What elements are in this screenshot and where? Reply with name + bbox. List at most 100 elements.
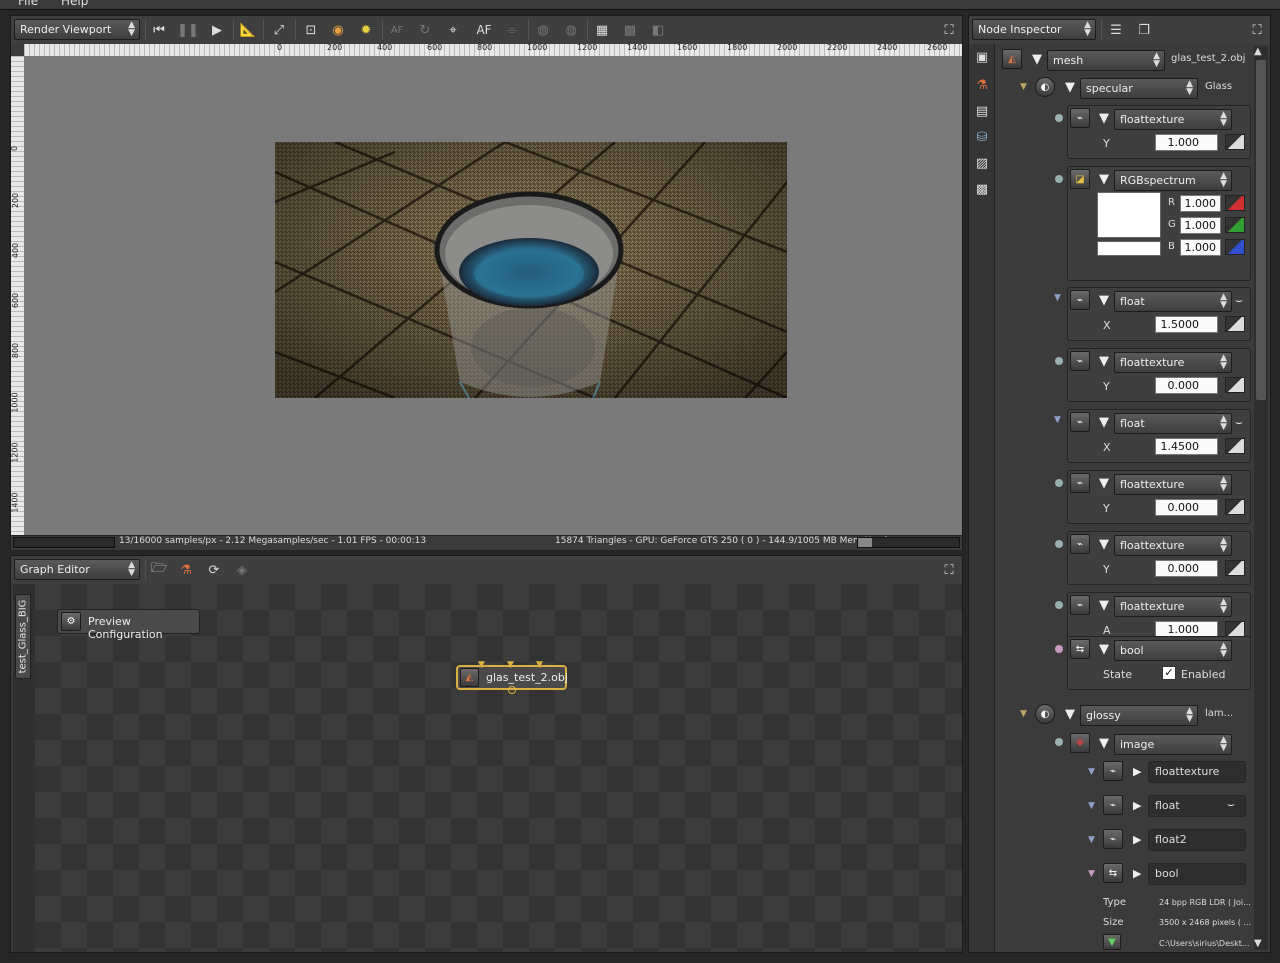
load-image-icon[interactable]: ▼ bbox=[1103, 934, 1121, 950]
slider-icon[interactable] bbox=[1225, 621, 1245, 637]
curve-icon[interactable]: ⌣ bbox=[1235, 293, 1243, 308]
image-icon[interactable]: ▨ bbox=[971, 152, 993, 174]
child-expand-icon[interactable]: ▶ bbox=[1133, 799, 1141, 812]
rewind-icon[interactable]: ⏮ bbox=[148, 19, 170, 41]
enabled-checkbox[interactable]: ✓ bbox=[1162, 666, 1176, 680]
specular-collapse-icon[interactable]: ▼ bbox=[1065, 81, 1075, 94]
material-pick-icon[interactable]: ◉ bbox=[327, 19, 349, 41]
viewport-mode-select[interactable]: Render Viewport ▲ ▼ bbox=[14, 19, 140, 40]
channel-r-slider-icon[interactable] bbox=[1225, 195, 1245, 211]
param-collapse-icon[interactable]: ▼ bbox=[1099, 416, 1109, 429]
param-collapse-icon[interactable]: ▼ bbox=[1099, 538, 1109, 551]
image-collapse-icon[interactable]: ▼ bbox=[1099, 737, 1109, 750]
color-preview-swatch[interactable] bbox=[1097, 192, 1161, 238]
tab-test-glass-big[interactable]: test_Glass_BIG bbox=[15, 594, 31, 679]
lock-camera-icon[interactable]: ◍ bbox=[532, 19, 554, 41]
focus-pick-icon[interactable]: ⌖ bbox=[442, 19, 464, 41]
auto-focus-button[interactable]: AF bbox=[473, 19, 495, 41]
clipping-icon[interactable]: ⌯ bbox=[501, 19, 523, 41]
param-collapse-icon[interactable]: ▼ bbox=[1099, 355, 1109, 368]
param-type-select[interactable]: float ▲ ▼ bbox=[1114, 413, 1232, 434]
glossy-collapse-icon[interactable]: ▼ bbox=[1065, 708, 1075, 721]
rgb-collapse-icon[interactable]: ▼ bbox=[1099, 173, 1109, 186]
child-expand-icon[interactable]: ▶ bbox=[1133, 867, 1141, 880]
channel-r-field[interactable]: 1.000 bbox=[1180, 195, 1221, 212]
auto-focus-pick-icon[interactable]: AF bbox=[386, 19, 408, 41]
param-collapse-icon[interactable]: ▼ bbox=[1099, 294, 1109, 307]
param-type-select[interactable]: floattexture ▲ ▼ bbox=[1114, 474, 1232, 495]
resize-icon[interactable]: ⤢ bbox=[268, 19, 290, 41]
param-type-select[interactable]: floattexture ▲ ▼ bbox=[1114, 535, 1232, 556]
database-icon[interactable]: ⛁ bbox=[971, 126, 993, 148]
param-value-field[interactable]: 0.000 bbox=[1155, 377, 1218, 394]
material-icon[interactable]: ⚗ bbox=[971, 74, 993, 96]
slider-icon[interactable] bbox=[1225, 134, 1245, 150]
collapse-all-icon[interactable]: ☰ bbox=[1105, 19, 1127, 41]
param-collapse-icon[interactable]: ▼ bbox=[1099, 477, 1109, 490]
material-type-select[interactable]: specular ▲ ▼ bbox=[1080, 78, 1198, 99]
kernel-icon[interactable]: ▩ bbox=[971, 178, 993, 200]
slider-icon[interactable] bbox=[1225, 377, 1245, 393]
param-value-field[interactable]: 1.000 bbox=[1155, 134, 1218, 151]
child-expand-icon[interactable]: ▶ bbox=[1133, 833, 1141, 846]
pause-icon[interactable]: ❚❚ bbox=[177, 19, 199, 41]
inspector-mode-select[interactable]: Node Inspector ▲ ▼ bbox=[972, 19, 1096, 40]
channel-g-field[interactable]: 1.000 bbox=[1180, 217, 1221, 234]
scrollbar-thumb[interactable] bbox=[1256, 60, 1266, 400]
graph-mode-select[interactable]: Graph Editor ▲ ▼ bbox=[14, 559, 140, 580]
param-value-field[interactable]: 1.4500 bbox=[1155, 438, 1218, 455]
load-file-icon[interactable]: 🗁 bbox=[148, 559, 170, 581]
param-type-select[interactable]: floattexture ▲ ▼ bbox=[1114, 352, 1232, 373]
refresh-icon[interactable]: ⟳ bbox=[203, 559, 225, 581]
image-type-select[interactable]: image ▲ ▼ bbox=[1114, 734, 1232, 755]
menu-file[interactable]: File bbox=[18, 0, 38, 8]
channel-b-field[interactable]: 1.000 bbox=[1180, 239, 1221, 256]
mesh-input-pin-1[interactable]: ▼ bbox=[478, 660, 485, 670]
pick-icon[interactable]: ⊡ bbox=[300, 19, 322, 41]
inspector-scrollbar[interactable]: ▲ ▼ bbox=[1254, 46, 1268, 950]
param-value-field[interactable]: 1.5000 bbox=[1155, 316, 1218, 333]
maximize-graph-icon[interactable]: ⛶ bbox=[938, 559, 960, 581]
play-icon[interactable]: ▶ bbox=[206, 19, 228, 41]
mesh-collapse-icon[interactable]: ▼ bbox=[1032, 53, 1042, 66]
grid-icon[interactable]: ▦ bbox=[591, 19, 613, 41]
param-collapse-icon[interactable]: ▼ bbox=[1099, 112, 1109, 125]
environment-icon[interactable]: ▤ bbox=[971, 100, 993, 122]
curve-icon[interactable]: ⌣ bbox=[1235, 415, 1243, 430]
slider-icon[interactable] bbox=[1225, 560, 1245, 576]
menu-help[interactable]: Help bbox=[61, 0, 88, 8]
param-type-select[interactable]: floattexture ▲ ▼ bbox=[1114, 596, 1232, 617]
scroll-up-icon[interactable]: ▲ bbox=[1254, 46, 1262, 57]
expand-all-icon[interactable]: ❐ bbox=[1133, 19, 1155, 41]
light-pick-icon[interactable]: ✹ bbox=[355, 19, 377, 41]
child-expand-icon[interactable]: ▶ bbox=[1133, 765, 1141, 778]
maximize-viewport-icon[interactable]: ⛶ bbox=[938, 19, 960, 41]
maximize-inspector-icon[interactable]: ⛶ bbox=[1246, 19, 1268, 41]
preview-configuration-node[interactable]: ⚙ Preview Configuration bbox=[57, 609, 200, 641]
mesh-type-select[interactable]: mesh ▲ ▼ bbox=[1047, 50, 1165, 71]
param-value-field[interactable]: 0.000 bbox=[1155, 560, 1218, 577]
viewport-canvas[interactable] bbox=[24, 56, 962, 535]
channel-g-slider-icon[interactable] bbox=[1225, 217, 1245, 233]
slider-icon[interactable] bbox=[1225, 438, 1245, 454]
scroll-down-icon[interactable]: ▼ bbox=[1254, 938, 1262, 949]
mesh-input-pin-3[interactable]: ▼ bbox=[536, 660, 543, 670]
region-icon[interactable]: ◧ bbox=[647, 19, 669, 41]
ruler-icon[interactable]: 📐 bbox=[237, 19, 259, 41]
glossy-type-select[interactable]: glossy ▲ ▼ bbox=[1080, 705, 1198, 726]
camera-rotate-icon[interactable]: ↻ bbox=[414, 19, 436, 41]
mesh-input-pin-2[interactable]: ▼ bbox=[507, 660, 514, 670]
bool-collapse-icon[interactable]: ▼ bbox=[1099, 643, 1109, 656]
param-collapse-icon[interactable]: ▼ bbox=[1099, 599, 1109, 612]
param-type-select[interactable]: float ▲ ▼ bbox=[1114, 291, 1232, 312]
mesh-output-pin[interactable] bbox=[508, 686, 516, 694]
slider-icon[interactable] bbox=[1225, 316, 1245, 332]
lock-render-icon[interactable]: ◍ bbox=[560, 19, 582, 41]
curve-icon[interactable]: ⌣ bbox=[1227, 797, 1235, 812]
param-type-select[interactable]: floattexture ▲ ▼ bbox=[1114, 109, 1232, 130]
rgb-type-select[interactable]: RGBspectrum ▲ ▼ bbox=[1114, 170, 1232, 191]
checker-icon[interactable]: ▩ bbox=[619, 19, 641, 41]
channel-b-slider-icon[interactable] bbox=[1225, 239, 1245, 255]
bool-type-select[interactable]: bool ▲ ▼ bbox=[1114, 640, 1232, 661]
new-node-icon[interactable]: ⚗ bbox=[175, 559, 197, 581]
